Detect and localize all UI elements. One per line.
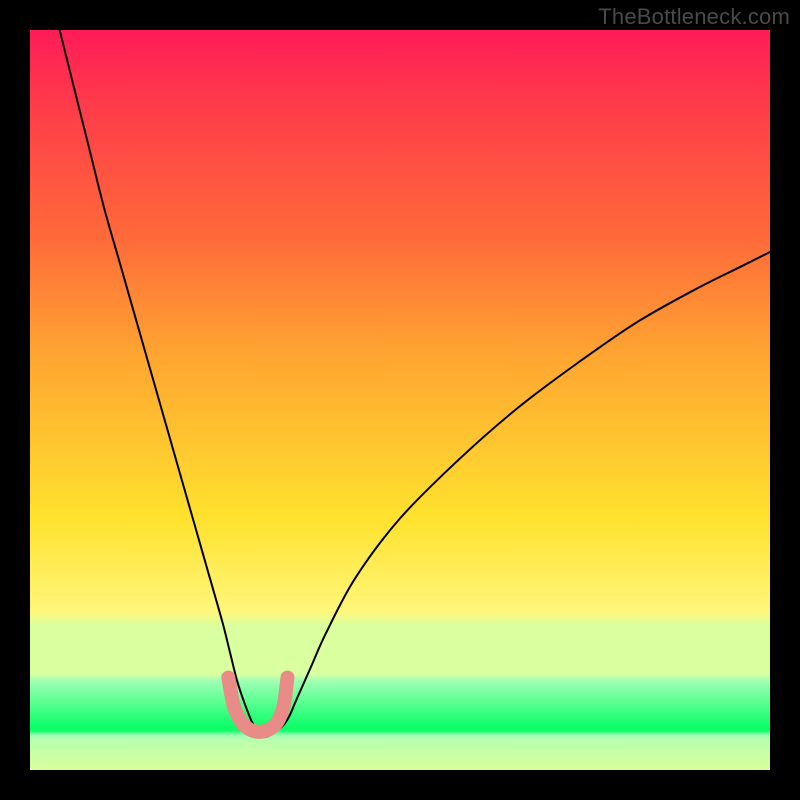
chart-frame: TheBottleneck.com [0, 0, 800, 800]
series-left-curve [60, 30, 275, 737]
curves-svg [30, 30, 770, 770]
series-right-curve [274, 252, 770, 732]
watermark-text: TheBottleneck.com [598, 4, 790, 30]
plot-area [30, 30, 770, 770]
series-salmon-well [228, 678, 287, 732]
